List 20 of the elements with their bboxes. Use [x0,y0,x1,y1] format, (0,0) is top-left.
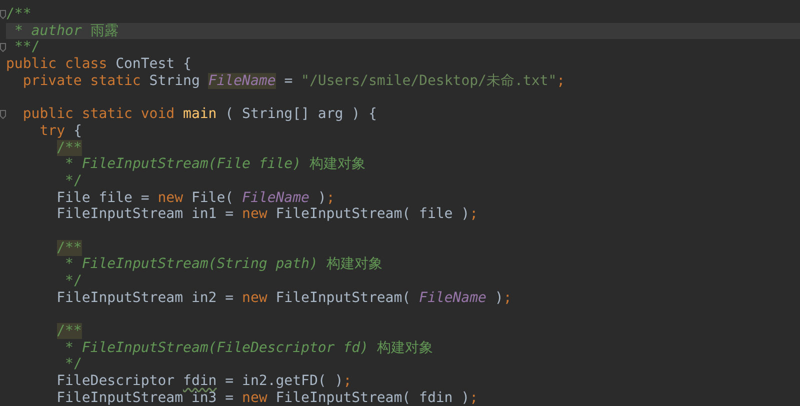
code-line: */ [64,172,83,190]
code-line: FileInputStream in2 = new FileInputStream( FileName ); [56,290,513,306]
fold-icon[interactable] [0,43,6,52]
code-line: FileInputStream in1 = new FileInputStream( file ); [56,206,480,223]
code-line: * FileInputStream(String path) 构建对象 [64,256,384,273]
code-line: public class ConTest { [6,56,192,73]
code-line: FileInputStream in3 = new FileInputStream( fdin ); [56,390,480,406]
code-line: private static String FileName = "/Users/smile/Desktop/未命.txt"; [22,72,566,90]
code-line: */ [64,356,83,374]
code-line: * FileInputStream(FileDescriptor fd) 构建对象 [64,340,434,356]
code-line: File file = new File( FileName ); [56,190,336,206]
code-line: **/ [13,39,41,56]
fold-icon[interactable] [0,10,6,19]
code-line: * FileInputStream(File file) 构建对象 [64,156,366,173]
code-line: FileDescriptor fdin = in2.getFD( ); [56,373,353,390]
fold-icon[interactable] [0,110,6,120]
code-line: try { [38,122,83,140]
code-line: */ [64,273,83,290]
code-line: public static void main ( String[] arg ) { [22,106,378,123]
code-line: /** [6,6,32,23]
